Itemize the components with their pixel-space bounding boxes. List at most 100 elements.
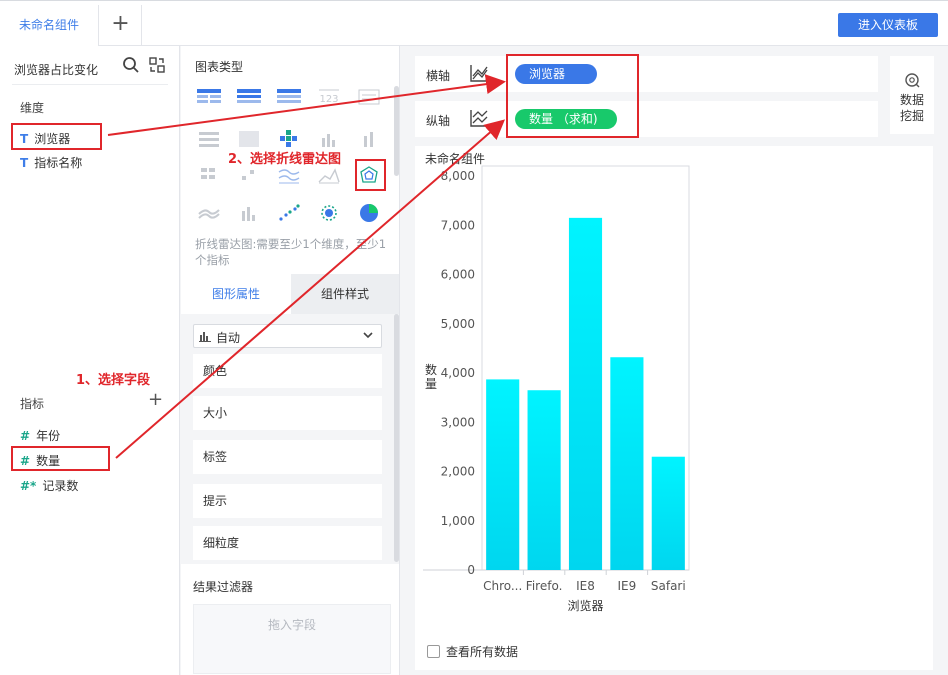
calculated-number-icon: #* [20, 479, 37, 493]
top-bar: 未命名组件 + 进入仪表板 [0, 0, 948, 47]
y-tick-label: 8,000 [441, 169, 475, 183]
y-axis-row: 纵轴 数量 （求和) [415, 101, 878, 137]
property-scrollbar[interactable] [394, 314, 399, 562]
enter-dashboard-button[interactable]: 进入仪表板 [838, 13, 938, 37]
property-size[interactable]: 大小 [193, 396, 382, 430]
step-chart-icon[interactable] [235, 164, 263, 186]
metric-field-year[interactable]: # 年份 [20, 427, 60, 444]
bar-small-icon [199, 332, 211, 342]
view-all-label: 查看所有数据 [446, 645, 519, 659]
x-tick-label: IE9 [618, 579, 637, 593]
bar-chart: 0 1,000 2,000 3,000 4,000 5,000 6,000 7,000 8,00… [423, 165, 690, 613]
chart-card: 未命名组件 0 1,000 2,000 3,000 4,000 5,000 6,000 7,0… [415, 146, 933, 670]
x-tick-label: Chro... [483, 579, 522, 593]
add-metric-button[interactable]: + [148, 391, 163, 409]
metric-group-label: 指标 [20, 397, 45, 411]
y-tick-label: 4,000 [441, 366, 475, 380]
add-tab-button[interactable]: + [100, 5, 142, 47]
divider [12, 84, 168, 85]
chart-style-select[interactable]: 自动 [193, 324, 382, 348]
y-axis-type-icon[interactable] [469, 107, 495, 131]
x-tick-label: Firefo. [526, 579, 563, 593]
checkbox-box[interactable] [427, 645, 440, 658]
y-tick-label: 6,000 [441, 268, 475, 282]
text-card-icon[interactable] [355, 86, 383, 108]
kpi-number-icon[interactable]: 123 [315, 86, 343, 108]
grouped-table-icon[interactable] [235, 86, 263, 108]
tab-component-style[interactable]: 组件样式 [291, 274, 399, 314]
metric-field-record-count[interactable]: #* 记录数 [20, 477, 78, 494]
x-axis-label: 横轴 [426, 69, 451, 83]
chart-type-hint: 折线雷达图:需要至少1个维度，至少1个指标 [195, 237, 387, 267]
cross-table-icon[interactable] [275, 86, 303, 108]
property-granularity[interactable]: 细粒度 [193, 526, 382, 560]
bubble-chart-icon[interactable] [315, 202, 343, 224]
column-chart-icon[interactable] [315, 128, 343, 150]
x-tick-label: Safari [651, 579, 686, 593]
field-name: 记录数 [42, 479, 79, 493]
select-value: 自动 [216, 331, 241, 345]
table-chart-icon[interactable] [195, 86, 223, 108]
area-chart-icon[interactable] [315, 164, 343, 186]
bar[interactable] [527, 390, 561, 570]
chart-type-panel: 图表类型 123 折线雷达图:需要至少1个维度，至少1个指标 图形属性 组件样式… [181, 46, 400, 675]
view-all-data-checkbox[interactable]: 查看所有数据 [427, 643, 518, 660]
chart-type-title: 图表类型 [195, 60, 244, 74]
stacked-area-icon[interactable] [195, 202, 223, 224]
x-axis-type-icon[interactable] [469, 62, 495, 86]
y-tick-label: 1,000 [441, 514, 475, 528]
switch-dataset-icon[interactable] [148, 56, 166, 74]
property-color[interactable]: 颜色 [193, 354, 382, 388]
annotation-step2: 2、选择折线雷达图 [228, 152, 342, 167]
number-type-icon: # [20, 429, 31, 443]
search-icon[interactable] [122, 56, 140, 74]
list-chart-icon[interactable] [195, 128, 223, 150]
x-tick-label: IE8 [576, 579, 595, 593]
y-tick-label: 7,000 [441, 218, 475, 232]
stacked-column-icon[interactable] [355, 128, 383, 150]
highlight-box-browser [11, 123, 102, 150]
highlight-box-axes [506, 54, 639, 138]
dimension-group-label: 维度 [20, 101, 45, 115]
scatter-chart-icon[interactable] [275, 202, 303, 224]
bar-group-icon[interactable] [235, 202, 263, 224]
result-filter-title: 结果过滤器 [193, 580, 254, 594]
chevron-down-icon [363, 332, 373, 339]
highlight-box-quantity [11, 446, 110, 471]
y-axis-label: 纵轴 [426, 114, 451, 128]
dimension-field-metric-name[interactable]: T 指标名称 [20, 154, 82, 171]
svg-text:123: 123 [319, 94, 338, 105]
tab-unnamed-component[interactable]: 未命名组件 [0, 5, 99, 47]
y-tick-label: 2,000 [441, 465, 475, 479]
property-tooltip[interactable]: 提示 [193, 484, 382, 518]
y-tick-label: 3,000 [441, 415, 475, 429]
bar[interactable] [651, 456, 685, 570]
property-label[interactable]: 标签 [193, 440, 382, 474]
data-panel: 浏览器占比变化 维度 T 浏览器 T 指标名称 指标 + # 年份 # 数量 #* 记录数 [0, 46, 180, 675]
pie-chart-icon[interactable] [355, 202, 383, 224]
y-tick-label: 0 [467, 563, 475, 577]
chart-type-scrollbar[interactable] [394, 86, 399, 176]
heat-grid-icon[interactable] [275, 128, 303, 150]
highlight-box-radar [355, 159, 386, 191]
y-axis-title: 数 [425, 362, 437, 377]
data-mining-icon [905, 73, 920, 88]
data-mining-button[interactable]: 数据 挖掘 [890, 56, 934, 134]
field-name: 指标名称 [34, 156, 83, 170]
dot-matrix-icon[interactable] [195, 164, 223, 186]
filter-drop-zone[interactable]: 拖入字段 [193, 604, 391, 674]
y-axis-title: 量 [425, 377, 437, 391]
line-chart-icon[interactable] [275, 164, 303, 186]
x-axis-title: 浏览器 [567, 598, 603, 613]
x-axis-row: 横轴 浏览器 [415, 56, 878, 92]
bar[interactable] [610, 357, 644, 570]
annotation-step1: 1、选择字段 [76, 373, 151, 388]
bar[interactable] [568, 217, 603, 571]
y-tick-label: 5,000 [441, 317, 475, 331]
property-area: 自动 颜色 大小 标签 提示 细粒度 [181, 314, 399, 564]
word-cloud-icon[interactable] [235, 128, 263, 150]
property-tabs: 图形属性 组件样式 [181, 274, 399, 314]
tab-graphic-properties[interactable]: 图形属性 [181, 274, 291, 314]
data-mining-label: 数据 挖掘 [899, 93, 924, 123]
bar[interactable] [486, 379, 520, 570]
